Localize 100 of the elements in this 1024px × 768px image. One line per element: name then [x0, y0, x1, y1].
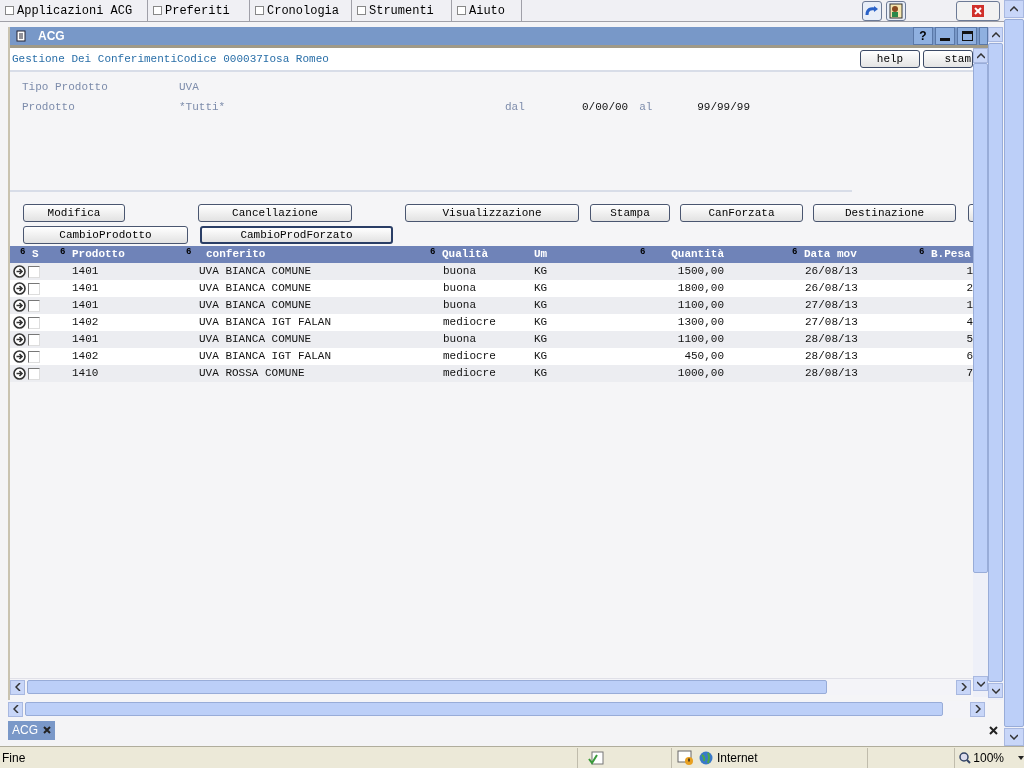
- close-button[interactable]: [956, 1, 1000, 21]
- field-label: dal: [505, 99, 526, 115]
- globe-icon: [698, 750, 713, 765]
- column-header[interactable]: B.Pesa: [931, 247, 971, 262]
- column-header[interactable]: Prodotto: [72, 247, 125, 262]
- action-button[interactable]: CambioProdotto: [23, 226, 188, 244]
- arrow-circle-icon[interactable]: [13, 282, 26, 295]
- maximize-button[interactable]: [957, 27, 977, 45]
- checkbox[interactable]: [28, 316, 40, 329]
- user-book-icon[interactable]: [886, 1, 906, 21]
- vertical-scrollbar[interactable]: [973, 48, 988, 697]
- checkbox-icon: [255, 6, 264, 15]
- warning-window-icon: [676, 749, 695, 766]
- scroll-up-button[interactable]: [988, 27, 1003, 42]
- sort-mark: 6: [919, 247, 926, 257]
- column-header[interactable]: Data mov: [804, 247, 857, 262]
- security-zone: Internet: [716, 749, 758, 767]
- field-value: 0/00/00: [582, 99, 629, 115]
- action-button[interactable]: CanForzata: [680, 204, 803, 222]
- arrow-circle-icon[interactable]: [13, 367, 26, 380]
- table-row[interactable]: 1410 UVA ROSSA COMUNE mediocre KG 1000,00 28/08/13 7: [10, 365, 973, 382]
- chevron-right-icon: [960, 683, 967, 691]
- scroll-up-button[interactable]: [973, 48, 988, 63]
- checkbox[interactable]: [28, 282, 40, 295]
- action-button[interactable]: Modifica: [23, 204, 125, 222]
- action-button[interactable]: Destinazione: [813, 204, 956, 222]
- table-row[interactable]: 1402 UVA BIANCA IGT FALAN mediocre KG 1300,00 27/08/13 4: [10, 314, 973, 331]
- scroll-right-button[interactable]: [970, 701, 985, 717]
- menu-item[interactable]: Aiuto: [452, 0, 522, 21]
- checkbox-icon: [5, 6, 14, 15]
- column-header[interactable]: S: [32, 247, 39, 262]
- scrollbar-thumb[interactable]: [27, 680, 827, 694]
- column-header[interactable]: conferito: [206, 247, 266, 262]
- table-cell-text: 1000,00: [676, 366, 725, 382]
- scroll-left-button[interactable]: [10, 679, 25, 695]
- table-cell-text: mediocre: [442, 349, 497, 365]
- checkbox[interactable]: [28, 367, 40, 380]
- refresh-icon[interactable]: [862, 1, 882, 21]
- scrollbar-thumb[interactable]: [25, 702, 943, 716]
- table-cell-text: 28/08/13: [804, 349, 859, 365]
- print-button[interactable]: stam: [923, 50, 973, 68]
- table-cell-text: 1402: [71, 315, 100, 331]
- table-cell-text: 28/08/13: [804, 332, 859, 348]
- table-cell-text: KG: [533, 349, 549, 365]
- arrow-circle-icon[interactable]: [13, 333, 26, 346]
- column-header[interactable]: Quantità: [671, 247, 724, 262]
- action-button[interactable]: CambioProdForzato: [200, 226, 393, 244]
- minimize-icon: [940, 38, 950, 41]
- close-icon[interactable]: [989, 725, 998, 735]
- checkbox[interactable]: [28, 265, 40, 278]
- table-cell-text: 1410: [71, 366, 100, 382]
- menu-item[interactable]: Applicazioni ACG: [0, 0, 148, 21]
- arrow-circle-icon[interactable]: [13, 299, 26, 312]
- table-cell-text: 1100,00: [676, 332, 725, 348]
- table-cell-text: mediocre: [442, 315, 497, 331]
- checkbox[interactable]: [28, 299, 40, 312]
- menu-item[interactable]: Cronologia: [250, 0, 352, 21]
- table-cell-text: 450,00: [683, 349, 725, 365]
- table-row[interactable]: 1402 UVA BIANCA IGT FALAN mediocre KG 450,00 28/08/13 6: [10, 348, 973, 365]
- table-cell-text: 1300,00: [676, 315, 725, 331]
- help-button[interactable]: ?: [913, 27, 933, 45]
- zoom-control[interactable]: 100%: [954, 747, 1024, 768]
- help-button[interactable]: help: [860, 50, 920, 68]
- arrow-circle-icon[interactable]: [13, 350, 26, 363]
- close-icon: [972, 5, 984, 17]
- scroll-left-button[interactable]: [8, 701, 23, 717]
- scroll-down-button[interactable]: [1004, 728, 1024, 746]
- horizontal-scrollbar[interactable]: [8, 700, 988, 718]
- checkbox[interactable]: [28, 350, 40, 363]
- table-row[interactable]: 1401 UVA BIANCA COMUNE buona KG 1100,00 27/08/13 1: [10, 297, 973, 314]
- sort-mark: 6: [640, 247, 647, 257]
- table-cell-text: 1800,00: [676, 281, 725, 297]
- field-label: Prodotto: [22, 99, 76, 115]
- arrow-circle-icon[interactable]: [13, 265, 26, 278]
- menu-item[interactable]: Preferiti: [148, 0, 250, 21]
- scroll-up-button[interactable]: [1004, 0, 1024, 18]
- table-cell-text: 27/08/13: [804, 298, 859, 314]
- column-header[interactable]: Qualità: [442, 247, 489, 262]
- checked-document-icon: [588, 750, 605, 765]
- table-row[interactable]: 1401 UVA BIANCA COMUNE buona KG 1100,00 28/08/13 5: [10, 331, 973, 348]
- menu-item[interactable]: Strumenti: [352, 0, 452, 21]
- scrollbar-thumb[interactable]: [973, 63, 988, 573]
- column-header[interactable]: Um: [534, 247, 548, 262]
- checkbox[interactable]: [28, 333, 40, 346]
- field-value: 99/99/99: [697, 99, 751, 115]
- action-button[interactable]: Stampa: [590, 204, 670, 222]
- scroll-down-button[interactable]: [988, 683, 1003, 698]
- table-row[interactable]: 1401 UVA BIANCA COMUNE buona KG 1500,00 26/08/13 1: [10, 263, 973, 280]
- scroll-right-button[interactable]: [956, 679, 971, 695]
- table-cell-text: KG: [533, 281, 549, 297]
- table-row[interactable]: 1401 UVA BIANCA COMUNE buona KG 1800,00 26/08/13 2: [10, 280, 973, 297]
- minimize-button[interactable]: [935, 27, 955, 45]
- horizontal-scrollbar[interactable]: [10, 678, 973, 695]
- action-button[interactable]: Visualizzazione: [405, 204, 579, 222]
- arrow-circle-icon[interactable]: [13, 316, 26, 329]
- caret-icon: [1018, 755, 1024, 760]
- scroll-down-button[interactable]: [973, 676, 988, 691]
- table-cell-text: 1401: [71, 281, 100, 297]
- action-button[interactable]: Cancellazione: [198, 204, 352, 222]
- table-cell-text: mediocre: [442, 366, 497, 382]
